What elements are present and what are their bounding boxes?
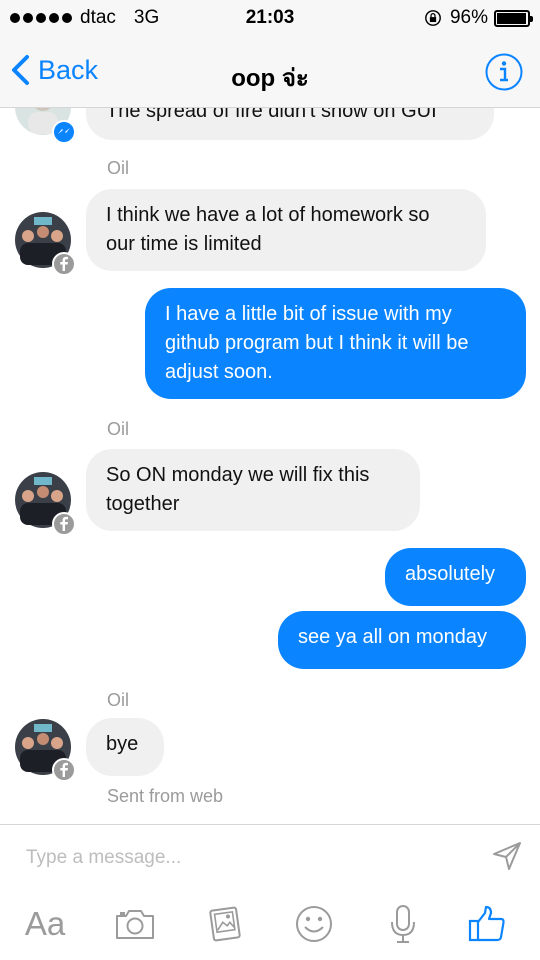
emoji-icon [296, 906, 332, 942]
message-list[interactable]: The spread of fire didn't show on GUI Oi… [0, 108, 540, 824]
message-text: absolutely [405, 563, 496, 585]
photo-button[interactable] [203, 901, 247, 947]
emoji-button[interactable] [292, 901, 336, 947]
message-text-line: github program but I think it will be [165, 332, 469, 354]
message-text-line: together [106, 493, 180, 515]
photo-icon [209, 906, 241, 942]
message-text: The spread of fire didn't show on GUI [106, 108, 437, 122]
status-right: 96% [424, 7, 533, 29]
facebook-badge-icon [52, 252, 76, 276]
microphone-icon [391, 905, 415, 943]
composer: Aa [0, 824, 540, 960]
lock-rotation-icon [425, 10, 441, 26]
message-bubble-incoming[interactable]: The spread of fire didn't show on GUI [86, 108, 494, 140]
sender-name: Oil [107, 690, 129, 710]
sender-name: Oil [107, 158, 129, 178]
info-icon[interactable] [484, 52, 524, 92]
like-button[interactable] [466, 901, 508, 947]
status-bar: dtac 3G 21:03 96% [0, 0, 540, 38]
microphone-button[interactable] [386, 901, 420, 947]
message-bubble-outgoing[interactable]: absolutely [385, 548, 526, 606]
conversation-title: oop จ่ะ [231, 65, 309, 92]
message-meta: Sent from web [107, 786, 224, 806]
message-text-line: adjust soon. [165, 361, 273, 383]
message-text: see ya all on monday [298, 626, 488, 648]
facebook-badge-icon [52, 512, 76, 536]
message-text-line: So ON monday we will fix this [106, 464, 370, 486]
nav-bar: Back oop จ่ะ [0, 38, 540, 108]
facebook-badge-icon [52, 758, 76, 782]
message-text: bye [106, 733, 139, 755]
text-button[interactable]: Aa [20, 901, 70, 947]
message-text-line: our time is limited [106, 233, 262, 255]
message-bubble-incoming[interactable]: I think we have a lot of homework so our… [86, 189, 486, 271]
message-text-line: I think we have a lot of homework so [106, 204, 430, 226]
composer-toolbar: Aa [0, 895, 540, 951]
message-bubble-outgoing[interactable]: I have a little bit of issue with my git… [145, 288, 526, 399]
message-bubble-incoming[interactable]: bye [86, 718, 164, 776]
camera-button[interactable] [112, 901, 158, 947]
messenger-badge-icon [52, 120, 76, 144]
like-icon [468, 905, 505, 942]
send-icon[interactable] [490, 839, 524, 873]
battery-icon [494, 9, 533, 27]
battery-percent: 96% [449, 7, 488, 28]
message-bubble-incoming[interactable]: So ON monday we will fix this together [86, 449, 420, 531]
sender-name: Oil [107, 419, 129, 439]
message-bubble-outgoing[interactable]: see ya all on monday [278, 611, 526, 669]
message-text-line: I have a little bit of issue with my [165, 303, 452, 325]
message-input[interactable] [26, 841, 466, 875]
battery-fill [497, 12, 526, 24]
camera-icon [116, 910, 154, 939]
